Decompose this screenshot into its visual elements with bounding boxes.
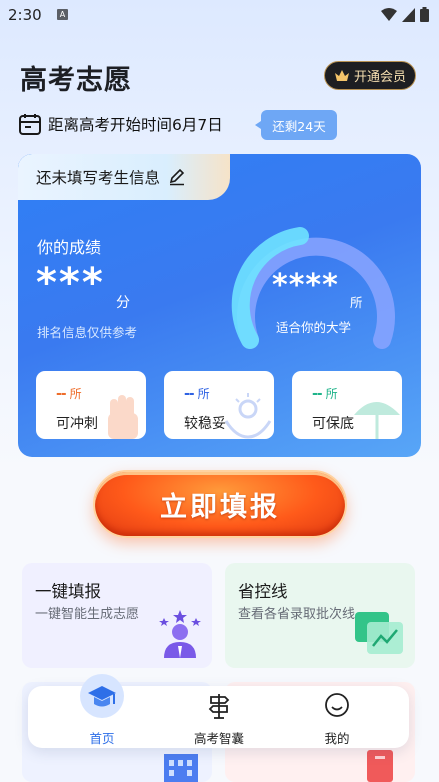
tier-reach[interactable]: -- 所 可冲刺 xyxy=(36,371,146,439)
edit-icon xyxy=(169,168,185,186)
tier-fallback[interactable]: -- 所 可保底 xyxy=(292,371,402,439)
fill-info-tab[interactable]: 还未填写考生信息 xyxy=(18,154,230,200)
hands-icon xyxy=(224,393,272,439)
score-card: 还未填写考生信息 你的成绩 *** 分 排名信息仅供参考 **** 所 适合你的… xyxy=(18,154,421,457)
page-title: 高考志愿 xyxy=(20,65,132,96)
graduation-cap-icon xyxy=(80,674,124,718)
tab-profile[interactable]: 我的 xyxy=(282,686,392,748)
tier-reach-count: -- xyxy=(56,386,67,402)
vip-label: 开通会员 xyxy=(353,70,406,85)
building-icon xyxy=(164,754,198,782)
status-icons xyxy=(381,7,429,22)
vip-button[interactable]: 开通会员 xyxy=(324,61,416,90)
provincial-line-title: 省控线 xyxy=(238,582,288,601)
tab-profile-label: 我的 xyxy=(324,731,350,746)
tier-safe-unit: 所 xyxy=(197,387,210,401)
tab-think-tank[interactable]: 高考智囊 xyxy=(164,686,274,748)
tier-reach-label: 可冲刺 xyxy=(56,416,98,432)
one-click-apply-title: 一键填报 xyxy=(35,582,101,601)
battery-icon xyxy=(420,7,429,22)
status-time: 2:30 xyxy=(8,6,42,24)
calendar-icon xyxy=(19,114,41,135)
match-label: 适合你的大学 xyxy=(276,320,352,335)
wifi-icon xyxy=(381,7,397,21)
one-click-apply-card[interactable]: 一键填报 一键智能生成志愿 xyxy=(22,563,212,668)
provincial-line-card[interactable]: 省控线 查看各省录取批次线 xyxy=(225,563,415,668)
score-value: *** xyxy=(36,260,105,306)
tier-fallback-count: -- xyxy=(312,386,323,402)
crown-icon xyxy=(334,69,349,81)
tab-home[interactable]: 首页 xyxy=(47,674,157,748)
match-unit: 所 xyxy=(350,295,363,310)
tier-safe[interactable]: -- 所 较稳妥 xyxy=(164,371,274,439)
fill-info-label: 还未填写考生信息 xyxy=(36,169,161,187)
umbrella-icon xyxy=(354,402,400,439)
tier-safe-label: 较稳妥 xyxy=(184,416,226,432)
one-click-apply-desc: 一键智能生成志愿 xyxy=(35,607,140,622)
smile-icon xyxy=(325,693,349,717)
provincial-line-desc: 查看各省录取批次线 xyxy=(238,607,356,622)
signpost-icon xyxy=(208,694,230,719)
notification-icon: A xyxy=(57,9,68,20)
days-remaining-badge: 还剩24天 xyxy=(255,110,337,140)
tier-fallback-label: 可保底 xyxy=(312,416,354,432)
graduate-star-icon xyxy=(159,610,201,658)
signal-icon xyxy=(402,7,415,22)
tier-safe-count: -- xyxy=(184,386,195,402)
book-icon xyxy=(367,750,393,782)
rank-note: 排名信息仅供参考 xyxy=(37,325,138,340)
tier-reach-unit: 所 xyxy=(69,387,82,401)
bottom-tab-bar: 首页 高考智囊 我的 xyxy=(28,674,409,748)
fist-icon xyxy=(108,395,138,439)
match-value: **** xyxy=(272,268,339,303)
tier-fallback-unit: 所 xyxy=(325,387,338,401)
score-label: 你的成绩 xyxy=(37,238,102,257)
trend-chart-icon xyxy=(355,612,403,654)
exam-countdown: 距离高考开始时间6月7日 xyxy=(18,112,223,136)
score-unit: 分 xyxy=(116,295,130,311)
tab-home-label: 首页 xyxy=(89,731,115,746)
countdown-text: 距离高考开始时间6月7日 xyxy=(48,116,223,134)
tab-think-tank-label: 高考智囊 xyxy=(193,731,244,746)
apply-now-button[interactable]: 立即填报 xyxy=(93,470,347,538)
status-bar: 2:30 A xyxy=(0,0,439,30)
